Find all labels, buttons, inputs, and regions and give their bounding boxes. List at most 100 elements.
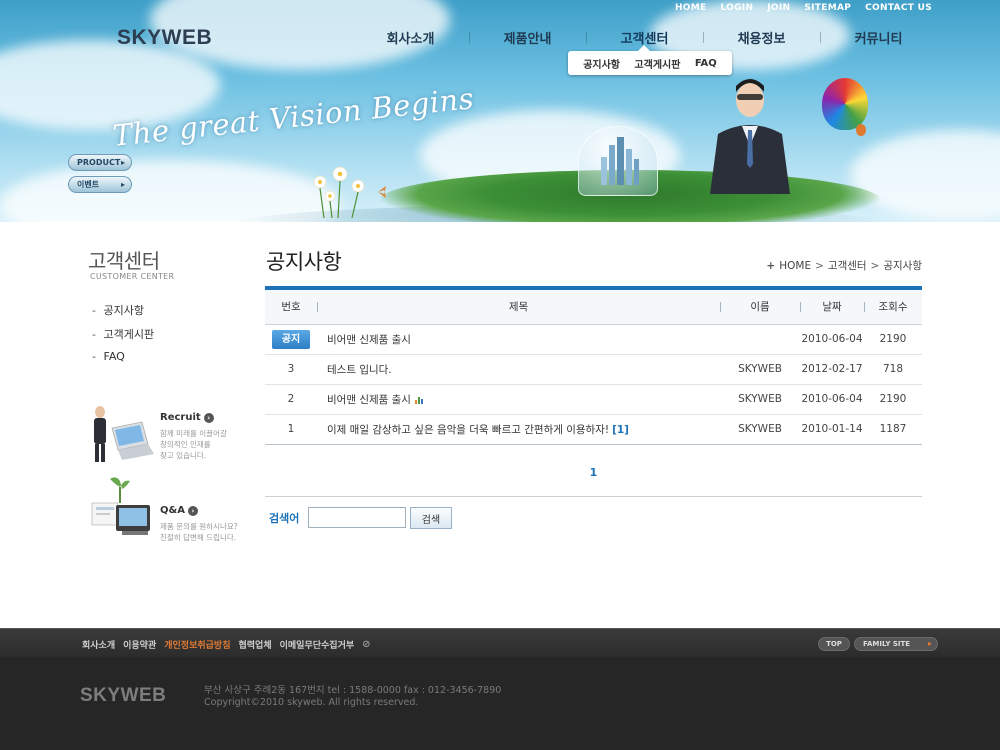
sidebar-item-notice[interactable]: - 공지사항 bbox=[92, 302, 154, 326]
footer-address-block: 부산 사상구 주례2동 167번지 tel : 1588-0000 fax : … bbox=[204, 685, 501, 709]
search-input[interactable] bbox=[308, 507, 406, 528]
row-views: 2190 bbox=[879, 393, 907, 405]
recruit-desc-line: 함께 미래를 이끌어갈 bbox=[160, 429, 227, 438]
qna-banner[interactable]: Q&A › 제품 문의를 원하시나요? 친절히 답변해 드립니다. bbox=[86, 477, 256, 577]
row-no: 1 bbox=[287, 423, 295, 435]
sidebar-menu: - 공지사항 - 고객게시판 - FAQ bbox=[92, 302, 154, 374]
column-header-subject: 제목 bbox=[317, 290, 720, 324]
footer-bar: 회사소개 이용약관 개인정보취급방침 협력업체 이메일무단수집거부 ⊘ TOP … bbox=[0, 628, 1000, 657]
qna-desc-line: 제품 문의를 원하시나요? bbox=[160, 522, 238, 531]
table-row: 2 비어맨 신제품 출시 SKYWEB 2010-06-04 2190 bbox=[265, 384, 922, 414]
site-logo[interactable]: SKYWEB bbox=[117, 26, 212, 50]
row-name: SKYWEB bbox=[738, 393, 782, 405]
qna-title-text: Q&A bbox=[160, 505, 185, 516]
chevron-right-icon: ▸ bbox=[120, 180, 125, 189]
footer-links: 회사소개 이용약관 개인정보취급방침 협력업체 이메일무단수집거부 ⊘ bbox=[82, 638, 371, 651]
subnav-item-notice[interactable]: 공지사항 bbox=[583, 56, 620, 71]
search-label: 검색어 bbox=[269, 512, 300, 525]
bullet-dash: - bbox=[92, 328, 96, 341]
product-quick-label: PRODUCT bbox=[77, 158, 121, 167]
util-link-contact[interactable]: CONTACT US bbox=[865, 3, 932, 13]
util-link-home[interactable]: HOME bbox=[675, 3, 707, 13]
row-subject-link[interactable]: 이제 매일 감상하고 싶은 음악을 더욱 빠르고 간편하게 이용하자! bbox=[327, 424, 609, 436]
row-subject-cell[interactable]: 이제 매일 감상하고 싶은 음악을 더욱 빠르고 간편하게 이용하자! [1] bbox=[317, 414, 720, 444]
row-subject-link[interactable]: 비어맨 신제품 출시 bbox=[317, 324, 720, 354]
nav-item-company[interactable]: 회사소개 bbox=[352, 28, 469, 47]
breadcrumb-home[interactable]: HOME bbox=[779, 260, 811, 272]
util-link-join[interactable]: JOIN bbox=[767, 3, 790, 13]
column-header-name: 이름 bbox=[720, 290, 800, 324]
util-link-sitemap[interactable]: SITEMAP bbox=[804, 3, 851, 13]
sidebar-item-faq[interactable]: - FAQ bbox=[92, 350, 154, 374]
nav-item-products[interactable]: 제품안내 bbox=[469, 28, 586, 47]
page-title: 공지사항 bbox=[266, 250, 342, 274]
utility-nav: HOME LOGIN JOIN SITEMAP CONTACT US bbox=[675, 3, 932, 13]
event-quick-label: 이벤트 bbox=[77, 180, 100, 189]
nav-item-community[interactable]: 커뮤니티 bbox=[820, 28, 937, 47]
util-link-login[interactable]: LOGIN bbox=[720, 3, 753, 13]
family-site-select[interactable]: FAMILY SITE ▸ bbox=[854, 637, 938, 651]
row-name bbox=[720, 324, 800, 354]
table-row: 1 이제 매일 감상하고 싶은 음악을 더욱 빠르고 간편하게 이용하자! [1]… bbox=[265, 414, 922, 444]
recruit-title-text: Recruit bbox=[160, 412, 201, 423]
breadcrumb-customer-center[interactable]: 고객센터 bbox=[828, 258, 867, 273]
page-link-1[interactable]: 1 bbox=[590, 466, 598, 479]
top-button[interactable]: TOP bbox=[818, 637, 850, 651]
recruit-desc-line: 창의적인 인재를 bbox=[160, 440, 211, 449]
qna-desc: 제품 문의를 원하시나요? 친절히 답변해 드립니다. bbox=[160, 521, 255, 543]
arrow-right-icon: › bbox=[203, 413, 214, 423]
comment-count: [1] bbox=[612, 423, 629, 436]
recruit-desc: 함께 미래를 이끌어갈 창의적인 인재를 찾고 있습니다. bbox=[160, 428, 255, 461]
businessman-illustration bbox=[710, 79, 790, 194]
flowers-illustration bbox=[313, 166, 386, 218]
row-views: 2190 bbox=[879, 333, 907, 345]
footer-link-email-policy[interactable]: 이메일무단수집거부 bbox=[280, 638, 355, 651]
qna-illustration bbox=[91, 477, 150, 535]
sidebar-item-label: 고객게시판 bbox=[103, 328, 155, 341]
nav-item-recruit[interactable]: 채용정보 bbox=[703, 28, 820, 47]
row-name: SKYWEB bbox=[738, 423, 782, 435]
divider bbox=[265, 496, 922, 497]
sidebar-subtitle: CUSTOMER CENTER bbox=[90, 272, 175, 281]
arrow-right-icon: ▸ bbox=[927, 639, 932, 648]
bullet-dash: - bbox=[92, 350, 96, 363]
footer-address: 부산 사상구 주례2동 167번지 tel : 1588-0000 fax : … bbox=[204, 685, 502, 696]
row-date: 2010-06-04 bbox=[801, 333, 863, 345]
row-no: 공지 bbox=[265, 324, 317, 354]
prohibited-icon: ⊘ bbox=[362, 639, 371, 650]
sidebar-item-board[interactable]: - 고객게시판 bbox=[92, 326, 154, 350]
qna-desc-line: 친절히 답변해 드립니다. bbox=[160, 533, 237, 542]
notice-table: 번호 제목 이름 날짜 조회수 공지 비어맨 신제품 출시 2010-06-04… bbox=[265, 290, 922, 445]
recruit-banner[interactable]: Recruit › 함께 미래를 이끌어갈 창의적인 인재를 찾고 있습니다. bbox=[86, 406, 256, 484]
breadcrumb-separator-icon: > bbox=[870, 259, 880, 272]
footer-link-company[interactable]: 회사소개 bbox=[82, 638, 115, 651]
footer-link-privacy[interactable]: 개인정보취급방침 bbox=[164, 638, 230, 651]
chevron-right-icon: ▸ bbox=[120, 158, 125, 167]
subnav-item-faq[interactable]: FAQ bbox=[695, 58, 717, 69]
row-subject-cell[interactable]: 비어맨 신제품 출시 bbox=[317, 384, 720, 414]
notice-board: 번호 제목 이름 날짜 조회수 공지 비어맨 신제품 출시 2010-06-04… bbox=[265, 286, 922, 445]
footer-copyright: Copyright©2010 skyweb. All rights reserv… bbox=[204, 697, 419, 708]
table-header-row: 번호 제목 이름 날짜 조회수 bbox=[265, 290, 922, 324]
table-row: 공지 비어맨 신제품 출시 2010-06-04 2190 bbox=[265, 324, 922, 354]
row-subject-link[interactable]: 테스트 입니다. bbox=[317, 354, 720, 384]
recruit-illustration bbox=[94, 406, 154, 462]
row-date: 2012-02-17 bbox=[801, 363, 863, 375]
breadcrumb-current: 공지사항 bbox=[883, 260, 922, 272]
product-quick-button[interactable]: PRODUCT ▸ bbox=[68, 154, 132, 171]
search-button[interactable]: 검색 bbox=[410, 507, 452, 529]
row-subject-link[interactable]: 비어맨 신제품 출시 bbox=[327, 394, 411, 406]
recruit-title: Recruit › bbox=[160, 412, 214, 423]
row-views: 718 bbox=[882, 363, 904, 375]
footer-main: SKYWEB 부산 사상구 주례2동 167번지 tel : 1588-0000… bbox=[0, 657, 1000, 750]
footer-link-terms[interactable]: 이용약관 bbox=[123, 638, 156, 651]
row-no: 2 bbox=[287, 393, 295, 405]
subnav-item-board[interactable]: 고객게시판 bbox=[634, 56, 680, 71]
sidebar-title: 고객센터 bbox=[88, 249, 160, 273]
footer-link-partners[interactable]: 협력업체 bbox=[239, 638, 272, 651]
small-balloon bbox=[856, 124, 866, 136]
pagination: 1 bbox=[265, 466, 922, 479]
event-quick-button[interactable]: 이벤트 ▸ bbox=[68, 176, 132, 193]
row-no: 3 bbox=[287, 363, 295, 375]
column-header-date: 날짜 bbox=[800, 290, 864, 324]
